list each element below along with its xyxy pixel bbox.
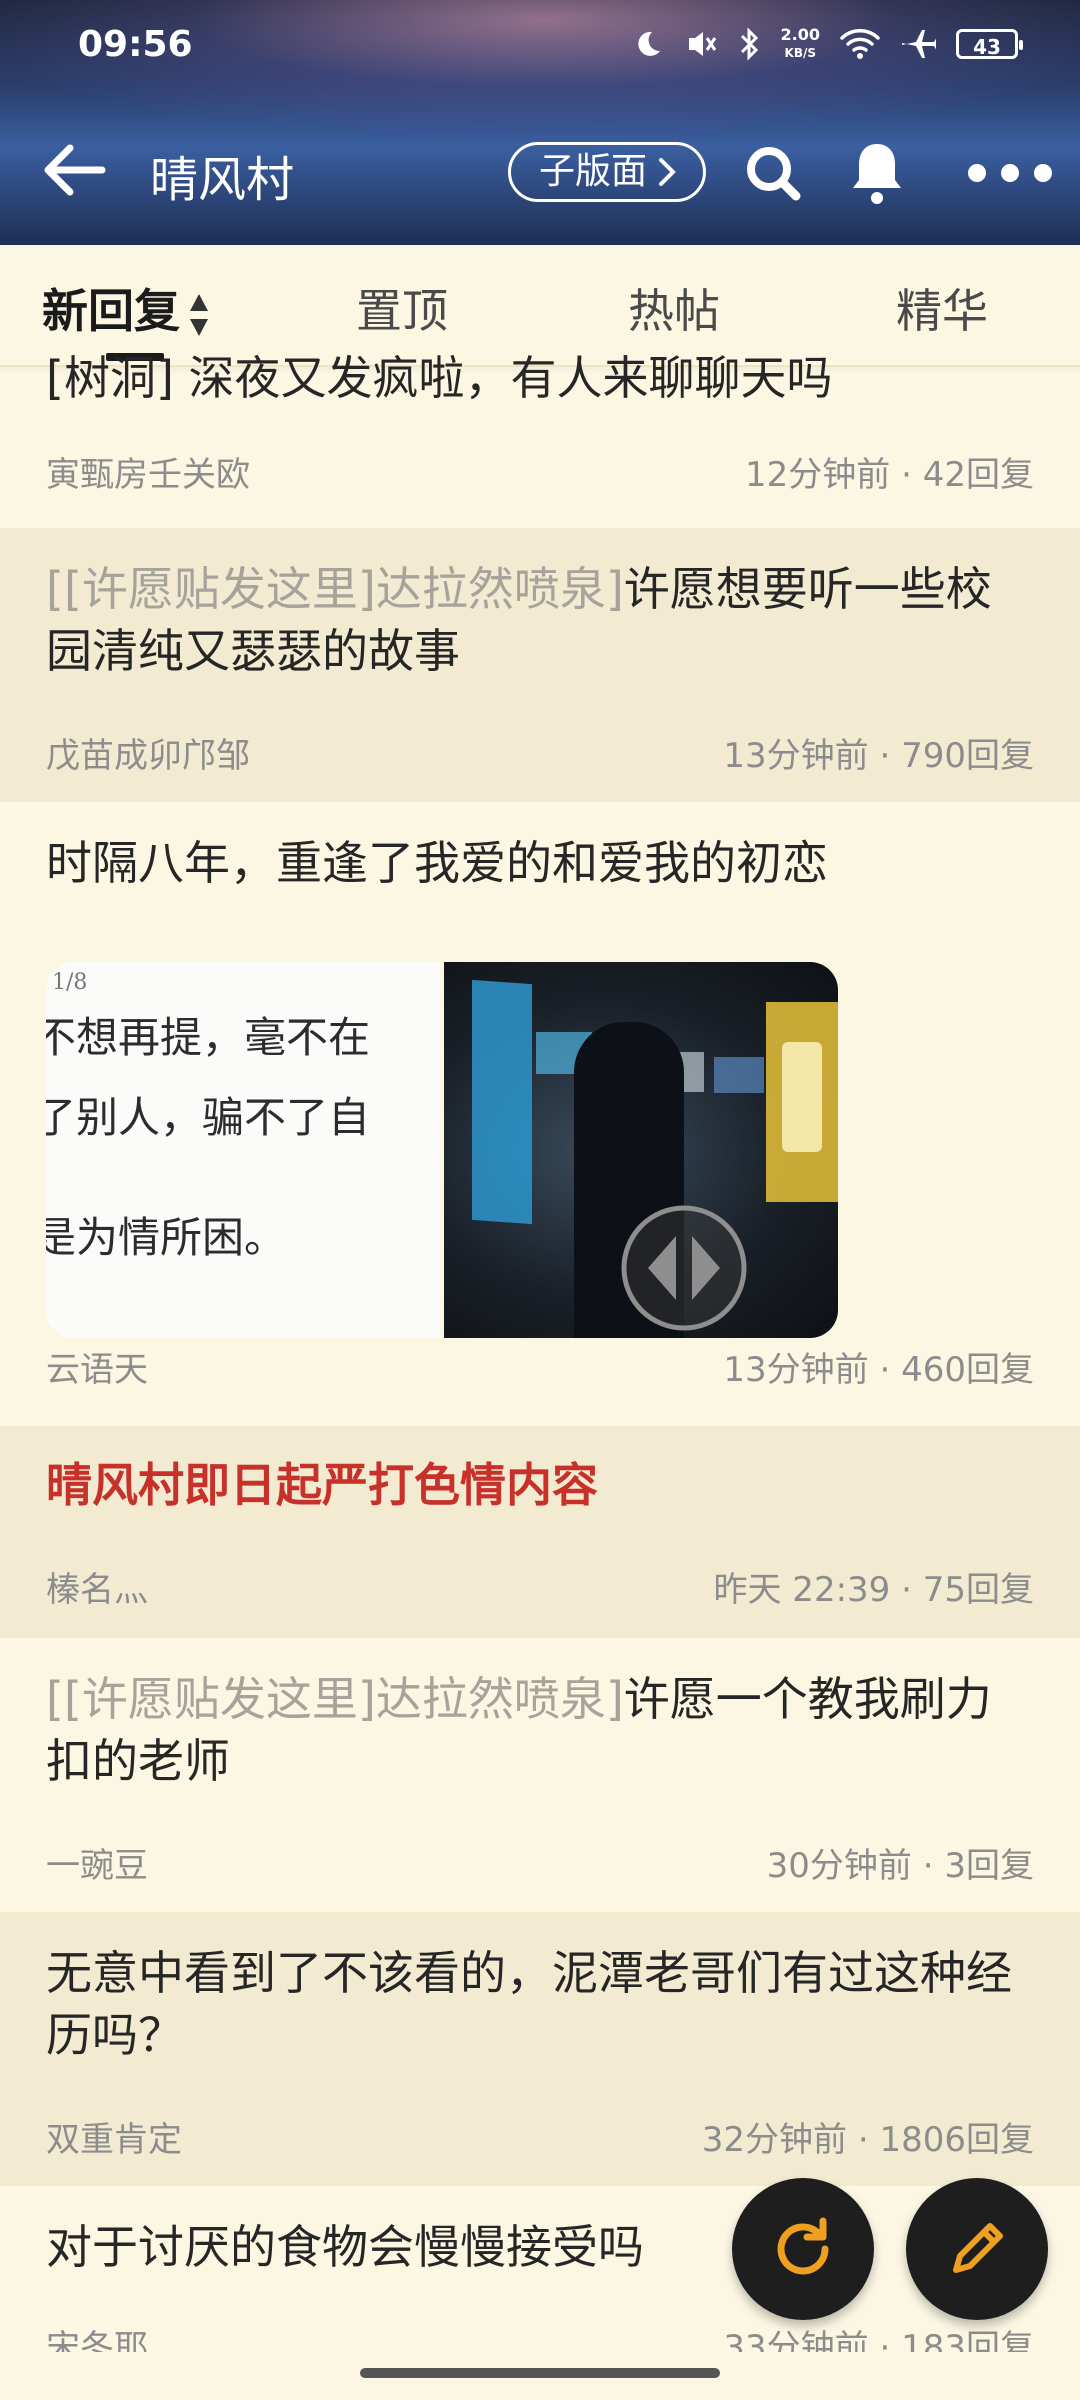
refresh-button[interactable]: [732, 2178, 874, 2320]
post-author: 双重肯定: [46, 2120, 182, 2160]
tab-new-replies[interactable]: 新回复: [42, 275, 210, 341]
sub-board-button[interactable]: 子版面: [508, 142, 707, 202]
refresh-icon: [777, 2217, 829, 2275]
post-author: 寅甄房壬关欧: [46, 455, 250, 495]
more-dots-icon: [968, 164, 1052, 182]
net-speed-unit: KB/S: [784, 46, 816, 60]
post-stats: 13分钟前 · 460回复: [723, 1342, 1034, 1391]
navigation-bar: 晴风村 子版面: [0, 120, 1080, 220]
post-meta: 云语天 13分钟前 · 460回复: [46, 1342, 1034, 1391]
post-replies: 460回复: [901, 1350, 1034, 1390]
post-stats: 13分钟前 · 790回复: [723, 728, 1034, 777]
post-replies: 42回复: [922, 455, 1034, 495]
post-title: 无意中看到了不该看的，泥潭老哥们有过这种经历吗？: [46, 1946, 1012, 2062]
sort-icon: [190, 293, 208, 336]
post-replies: 75回复: [922, 1570, 1034, 1610]
post-meta: 寅甄房壬关欧 12分钟前 · 42回复: [46, 447, 1034, 496]
sub-board-label: 子版面: [539, 151, 648, 192]
post-author: 一豌豆: [46, 1846, 148, 1886]
meta-separator: ·: [922, 1846, 934, 1886]
post-title: [树洞] 深夜又发疯啦，有人来聊聊天吗: [46, 351, 833, 405]
meta-separator: ·: [901, 1570, 912, 1610]
post-stats: 30分钟前 · 3回复: [767, 1838, 1034, 1887]
more-button[interactable]: [960, 138, 1060, 208]
tab-new-replies-label: 新回复: [42, 284, 180, 338]
back-arrow-icon[interactable]: [40, 142, 110, 198]
post-time: 13分钟前: [723, 736, 869, 776]
image-text-line: 了别人，骗不了自: [46, 1093, 371, 1142]
pencil-icon: [953, 2223, 1003, 2273]
post-item[interactable]: [[许愿贴发这里]达拉然喷泉]许愿想要听一些校园清纯又瑟瑟的故事 戊苗成卯邝邹 …: [0, 528, 1080, 802]
airplane-icon: [902, 30, 936, 58]
post-author: 榛名灬: [46, 1570, 148, 1610]
meta-separator: ·: [901, 455, 912, 495]
tab-featured[interactable]: 精华: [896, 275, 988, 341]
mute-icon: [688, 32, 716, 56]
board-title: 晴风村: [150, 152, 295, 208]
post-item[interactable]: 无意中看到了不该看的，泥潭老哥们有过这种经历吗？ 双重肯定 32分钟前 · 18…: [0, 1912, 1080, 2186]
image-text-line: 不想再提，毫不在: [46, 1013, 371, 1062]
post-stats: 昨天 22:39 · 75回复: [714, 1562, 1035, 1611]
net-speed-value: 2.00: [780, 25, 820, 44]
bell-icon: [853, 144, 901, 204]
post-item[interactable]: [树洞] 深夜又发疯啦，有人来聊聊天吗 寅甄房壬关欧 12分钟前 · 42回复: [0, 351, 1080, 528]
status-time: 09:56: [78, 24, 193, 65]
post-title: [[许愿贴发这里]达拉然喷泉]许愿想要听一些校园清纯又瑟瑟的故事: [46, 558, 1034, 682]
notifications-button[interactable]: [842, 138, 912, 208]
post-time: 昨天 22:39: [713, 1570, 891, 1610]
tab-hot[interactable]: 热帖: [628, 275, 720, 341]
wifi-icon: [840, 29, 880, 59]
post-images: 1/8 不想再提，毫不在 了别人，骗不了自 是为情所困。: [46, 962, 838, 1338]
battery-indicator: 43: [956, 29, 1023, 59]
post-replies: 790回复: [901, 736, 1034, 776]
post-replies: 1806回复: [879, 2120, 1034, 2160]
compose-button[interactable]: [906, 2178, 1048, 2320]
post-meta: 一豌豆 30分钟前 · 3回复: [46, 1838, 1034, 1887]
post-image-photo[interactable]: [444, 962, 838, 1338]
post-author: 云语天: [46, 1350, 148, 1390]
post-list: [树洞] 深夜又发疯啦，有人来聊聊天吗 寅甄房壬关欧 12分钟前 · 42回复 …: [0, 351, 1080, 2386]
post-author: 戊苗成卯邝邹: [46, 736, 250, 776]
meta-separator: ·: [857, 2120, 869, 2160]
image-text-line: 是为情所困。: [46, 1213, 287, 1262]
post-title: [[许愿贴发这里]达拉然喷泉]许愿一个教我刷力扣的老师: [46, 1668, 1034, 1792]
post-item[interactable]: [[许愿贴发这里]达拉然喷泉]许愿一个教我刷力扣的老师 一豌豆 30分钟前 · …: [0, 1638, 1080, 1912]
search-icon: [747, 147, 801, 201]
bluetooth-icon: [740, 27, 758, 61]
status-bar: 09:56 2.00 KB/S 43: [0, 0, 1080, 100]
post-image-text-screenshot[interactable]: 1/8 不想再提，毫不在 了别人，骗不了自 是为情所困。: [46, 962, 440, 1338]
post-category-prefix: [[许愿贴发这里]达拉然喷泉]: [46, 1672, 624, 1726]
post-time: 32分钟前: [701, 2120, 848, 2160]
search-button[interactable]: [738, 138, 808, 208]
tab-pinned[interactable]: 置顶: [356, 275, 448, 341]
post-title: 对于讨厌的食物会慢慢接受吗: [46, 2220, 644, 2274]
post-item[interactable]: 晴风村即日起严打色情内容 榛名灬 昨天 22:39 · 75回复: [0, 1426, 1080, 1638]
post-title: 时隔八年，重逢了我爱的和爱我的初恋: [46, 836, 828, 890]
post-item[interactable]: 时隔八年，重逢了我爱的和爱我的初恋 1/8 不想再提，毫不在 了别人，骗不了自 …: [0, 802, 1080, 1426]
meta-separator: ·: [879, 1350, 891, 1390]
moon-icon: [637, 31, 660, 56]
post-meta: 双重肯定 32分钟前 · 1806回复: [46, 2112, 1034, 2161]
image-corner-label: 1/8: [52, 970, 88, 995]
meta-separator: ·: [879, 736, 891, 776]
post-meta: 榛名灬 昨天 22:39 · 75回复: [46, 1562, 1034, 1611]
post-time: 12分钟前: [745, 455, 891, 495]
post-stats: 12分钟前 · 42回复: [745, 447, 1034, 496]
network-speed: 2.00 KB/S: [781, 26, 820, 62]
post-meta: 戊苗成卯邝邹 13分钟前 · 790回复: [46, 728, 1034, 777]
post-stats: 32分钟前 · 1806回复: [702, 2112, 1034, 2161]
status-icons: 2.00 KB/S 43: [633, 26, 1023, 62]
post-category-prefix: [[许愿贴发这里]达拉然喷泉]: [46, 562, 624, 616]
chevron-right-icon: [659, 158, 676, 186]
post-time: 30分钟前: [766, 1846, 912, 1886]
post-time: 13分钟前: [723, 1350, 869, 1390]
image-compare-icon[interactable]: [618, 1202, 750, 1334]
home-indicator[interactable]: [360, 2368, 720, 2378]
post-title-highlighted: 晴风村即日起严打色情内容: [46, 1458, 598, 1512]
header-bar: 09:56 2.00 KB/S 43 晴风村 子版面: [0, 0, 1080, 245]
post-replies: 3回复: [944, 1846, 1034, 1886]
